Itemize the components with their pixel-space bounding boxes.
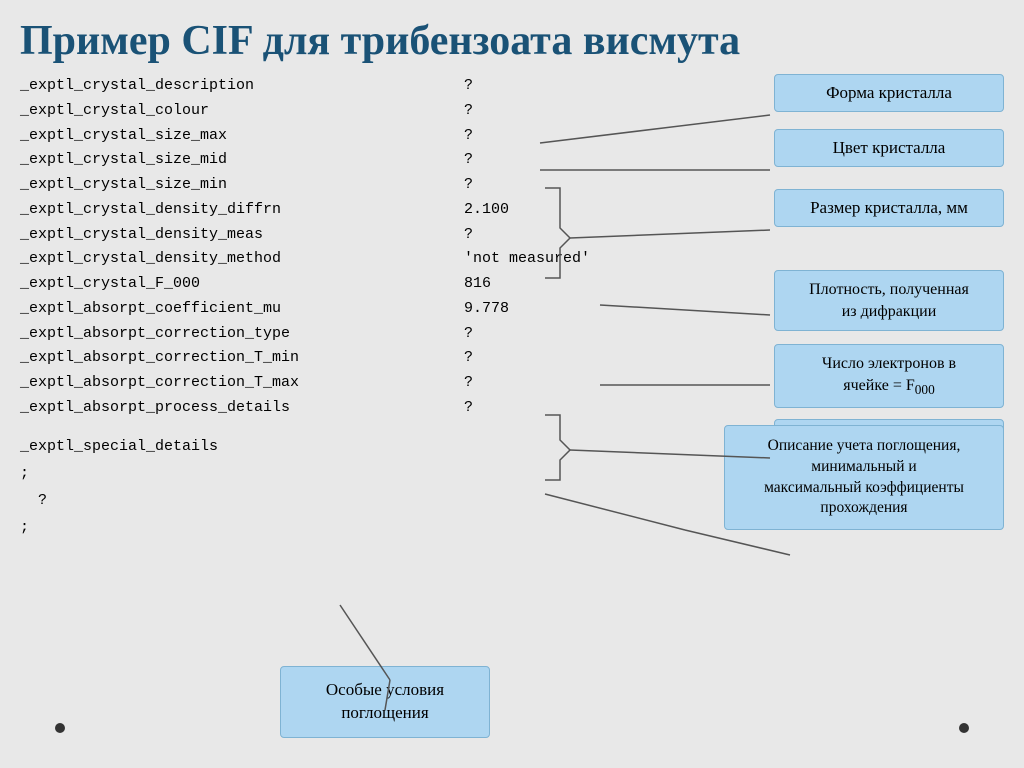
code-line-5: _exptl_crystal_size_min bbox=[20, 173, 440, 198]
val-13: ? bbox=[464, 371, 590, 396]
val-7: ? bbox=[464, 223, 590, 248]
val-4: ? bbox=[464, 148, 590, 173]
code-line-3: _exptl_crystal_size_max bbox=[20, 124, 440, 149]
code-lines: _exptl_crystal_description _exptl_crysta… bbox=[20, 74, 440, 421]
val-9: 816 bbox=[464, 272, 590, 297]
code-line-6: _exptl_crystal_density_diffrn bbox=[20, 198, 440, 223]
code-line-10: _exptl_absorpt_coefficient_mu bbox=[20, 297, 440, 322]
code-line-11: _exptl_absorpt_correction_type bbox=[20, 322, 440, 347]
code-line-4: _exptl_crystal_size_mid bbox=[20, 148, 440, 173]
value-lines: ? ? ? ? ? 2.100 ? 'not measured' 816 9.7… bbox=[464, 74, 590, 421]
code-line-14: _exptl_absorpt_process_details bbox=[20, 396, 440, 421]
code-line-12: _exptl_absorpt_correction_T_min bbox=[20, 346, 440, 371]
val-11: ? bbox=[464, 322, 590, 347]
code-line-2: _exptl_crystal_colour bbox=[20, 99, 440, 124]
val-14: ? bbox=[464, 396, 590, 421]
code-line-9: _exptl_crystal_F_000 bbox=[20, 272, 440, 297]
val-10: 9.778 bbox=[464, 297, 590, 322]
annotation-box-crystal-colour: Цвет кристалла bbox=[774, 129, 1004, 167]
val-6: 2.100 bbox=[464, 198, 590, 223]
page-title: Пример CIF для трибензоата висмута bbox=[0, 0, 1024, 74]
annotation-box-f000: Число электронов вячейке = F000 bbox=[774, 344, 1004, 408]
val-3: ? bbox=[464, 124, 590, 149]
annotation-box-crystal-shape: Форма кристалла bbox=[774, 74, 1004, 112]
code-line-1: _exptl_crystal_description bbox=[20, 74, 440, 99]
annotation-box-absorpt-description: Описание учета поглощения,минимальный им… bbox=[724, 425, 1004, 531]
code-line-13: _exptl_absorpt_correction_T_max bbox=[20, 371, 440, 396]
annotation-box-crystal-size: Размер кристалла, мм bbox=[774, 189, 1004, 227]
val-12: ? bbox=[464, 346, 590, 371]
annotation-box-density-diffrn: Плотность, полученнаяиз дифракции bbox=[774, 270, 1004, 331]
dot-right bbox=[959, 723, 969, 733]
code-line-8: _exptl_crystal_density_method bbox=[20, 247, 440, 272]
val-5: ? bbox=[464, 173, 590, 198]
val-2: ? bbox=[464, 99, 590, 124]
dot-left bbox=[55, 723, 65, 733]
annotation-box-special-absorption: Особые условияпоглощения bbox=[280, 666, 490, 738]
val-8: 'not measured' bbox=[464, 247, 590, 272]
code-line-7: _exptl_crystal_density_meas bbox=[20, 223, 440, 248]
val-1: ? bbox=[464, 74, 590, 99]
